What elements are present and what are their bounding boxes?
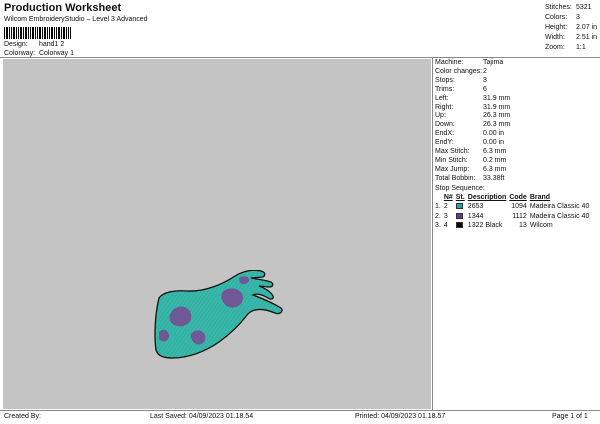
colorway-field: Colorway: Colorway 1 [4, 50, 74, 57]
summary-stats: Stitches: 5321 Colors: 3 Height: 2.07 in Wi… [545, 3, 597, 53]
stop-sequence-header: N# St. Description Code Brand [434, 194, 591, 202]
info-max-jump: Max Jump: 6.3 mm [435, 165, 507, 173]
info-left: Left: 31.9 mm [435, 94, 511, 102]
barcode-icon [4, 27, 71, 39]
panel-divider [432, 57, 433, 410]
col-description: Description [467, 194, 507, 201]
table-row: 2. 3 1344 1112 Madeira Classic 40 [435, 212, 590, 220]
stat-stitches: Stitches: 5321 [545, 4, 592, 11]
col-st: St. [455, 194, 465, 201]
stat-colors: Colors: 3 [545, 14, 580, 21]
page-number: Page 1 of 1 [552, 413, 588, 420]
stop-sequence-table: N# St. Description Code Brand 1. 2 2653 … [434, 194, 591, 231]
design-label: Design: [4, 41, 28, 48]
colorway-label: Colorway: [4, 50, 36, 57]
stat-zoom: Zoom: 1:1 [545, 44, 586, 51]
table-row: 1. 2 2653 1094 Madeira Classic 40 [435, 203, 590, 211]
spot-5 [159, 329, 169, 342]
design-preview [3, 59, 431, 409]
col-n: N# [443, 194, 453, 201]
last-saved: Last Saved: 04/09/2023 01.18.54 [150, 413, 254, 420]
info-stops: Stops: 3 [435, 76, 487, 84]
col-brand: Brand [529, 194, 551, 201]
color-swatch [455, 203, 463, 210]
footer-divider [0, 410, 600, 411]
spot-4 [239, 276, 249, 284]
worksheet-title: Production Worksheet [4, 2, 122, 14]
color-swatch [455, 222, 463, 229]
info-up: Up: 26.3 mm [435, 112, 511, 120]
created-by: Created By: [4, 413, 41, 420]
header-divider [0, 57, 600, 58]
info-max-stitch: Max Stitch: 6.3 mm [435, 148, 507, 156]
info-trims: Trims: 6 [435, 85, 487, 93]
colorway-value: Colorway 1 [38, 50, 74, 57]
design-value: hand1 2 [38, 41, 65, 48]
info-down: Down: 26.3 mm [435, 121, 511, 129]
stat-width: Width: 2.51 in [545, 34, 598, 41]
hand-embroidery-design [154, 270, 283, 359]
info-endx: EndX: 0.00 in [435, 130, 505, 138]
info-right: Right: 31.9 mm [435, 103, 511, 111]
table-row: 3. 4 1322 Black 13 Wilcom [435, 222, 553, 230]
stat-height: Height: 2.07 in [545, 24, 598, 31]
col-code: Code [509, 194, 527, 201]
info-endy: EndY: 0.00 in [435, 139, 505, 147]
stop-sequence-title: Stop Sequence: [435, 185, 485, 192]
info-color-changes: Color changes:2 [435, 67, 487, 75]
software-subtitle: Wilcom EmbroideryStudio – Level 3 Advanc… [4, 16, 148, 23]
machine-info: Machine: Tajima Color changes:2 Stops: 3 T… [435, 59, 510, 184]
info-total-bobbin: Total Bobbin: 33.38ft [435, 174, 505, 182]
design-field: Design: hand1 2 [4, 41, 64, 48]
info-machine: Machine: Tajima [435, 59, 504, 66]
info-min-stitch: Min Stitch: 0.2 mm [435, 156, 507, 164]
printed-date: Printed: 04/09/2023 01.18.57 [355, 413, 446, 420]
color-swatch [455, 212, 463, 219]
